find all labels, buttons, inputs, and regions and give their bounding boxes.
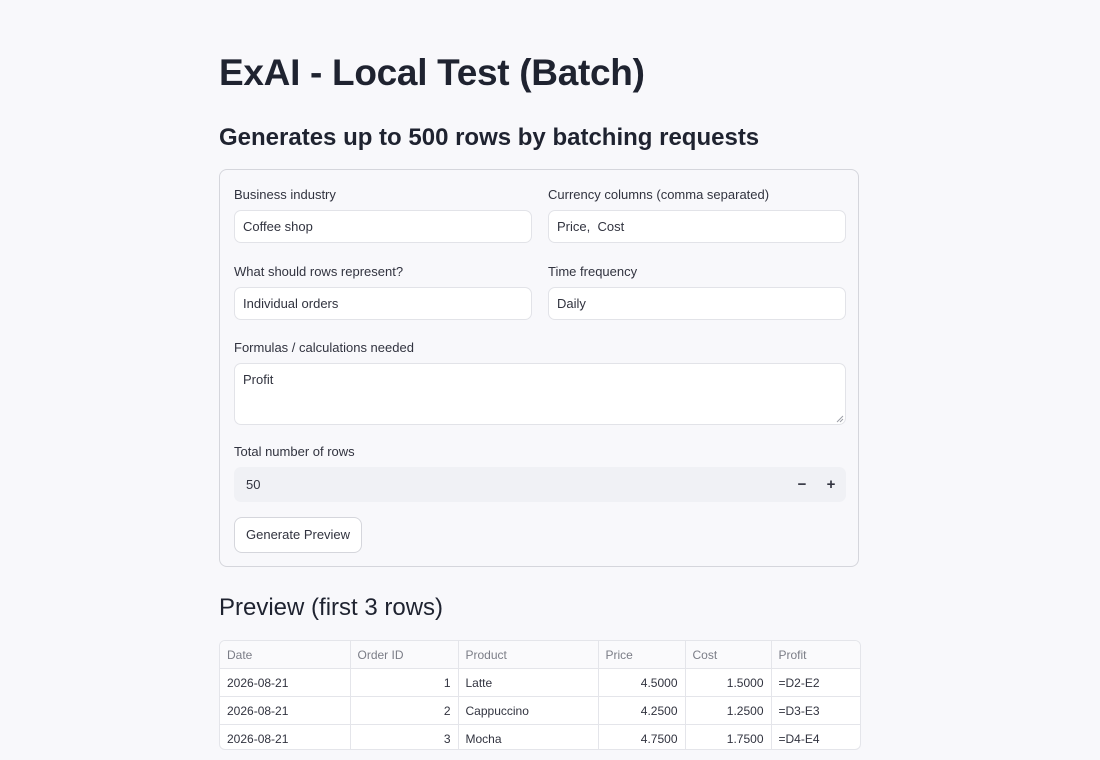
table-cell[interactable]: 4.7500 <box>598 724 686 749</box>
industry-input[interactable] <box>234 210 532 243</box>
rows-represent-input[interactable] <box>234 287 532 320</box>
column-header[interactable]: Profit <box>771 641 860 669</box>
column-header[interactable]: Product <box>458 641 599 669</box>
time-frequency-input[interactable] <box>548 287 846 320</box>
table-cell[interactable]: 3 <box>350 724 459 749</box>
total-rows-label: Total number of rows <box>234 444 355 459</box>
total-rows-value[interactable]: 50 <box>246 467 260 502</box>
industry-label: Business industry <box>234 187 336 202</box>
column-header[interactable]: Cost <box>685 641 772 669</box>
page-title: ExAI - Local Test (Batch) <box>219 52 645 93</box>
currency-label: Currency columns (comma separated) <box>548 187 770 202</box>
table-cell[interactable]: 2026-08-21 <box>220 724 351 749</box>
table-cell[interactable]: =D4-E4 <box>771 724 860 749</box>
column-header[interactable]: Price <box>598 641 686 669</box>
table-cell[interactable]: =D2-E2 <box>771 668 860 697</box>
formulas-textarea[interactable]: Profit <box>234 363 846 425</box>
table-cell[interactable]: 2026-08-21 <box>220 696 351 725</box>
preview-table-container: Date Order ID Product Price Cost Profit … <box>219 640 861 750</box>
table-cell[interactable]: =D3-E3 <box>771 696 860 725</box>
table-row: 2026-08-21 3 Mocha 4.7500 1.7500 =D4-E4 <box>220 724 860 749</box>
table-cell[interactable]: 1.2500 <box>685 696 772 725</box>
table-header-row: Date Order ID Product Price Cost Profit <box>220 641 860 669</box>
settings-form: Business industry Currency columns (comm… <box>219 169 859 567</box>
table-cell[interactable]: Mocha <box>458 724 599 749</box>
formulas-label: Formulas / calculations needed <box>234 340 414 355</box>
table-cell[interactable]: 1 <box>350 668 459 697</box>
table-row: 2026-08-21 1 Latte 4.5000 1.5000 =D2-E2 <box>220 668 860 697</box>
generate-preview-button[interactable]: Generate Preview <box>234 517 363 553</box>
resize-grip-icon[interactable] <box>836 415 844 423</box>
total-rows-stepper: 50 − + <box>234 467 846 502</box>
column-header[interactable]: Date <box>220 641 351 669</box>
increment-button[interactable]: + <box>817 467 845 502</box>
table-cell[interactable]: 4.5000 <box>598 668 686 697</box>
currency-input[interactable] <box>548 210 846 243</box>
time-frequency-label: Time frequency <box>548 264 638 279</box>
app-page: ExAI - Local Test (Batch) Generates up t… <box>0 0 1100 760</box>
table-cell[interactable]: 1.5000 <box>685 668 772 697</box>
preview-table: Date Order ID Product Price Cost Profit … <box>220 641 860 749</box>
table-cell[interactable]: Cappuccino <box>458 696 599 725</box>
column-header[interactable]: Order ID <box>350 641 459 669</box>
table-cell[interactable]: 2026-08-21 <box>220 668 351 697</box>
table-cell[interactable]: Latte <box>458 668 599 697</box>
table-cell[interactable]: 1.7500 <box>685 724 772 749</box>
rows-represent-label: What should rows represent? <box>234 264 404 279</box>
table-row: 2026-08-21 2 Cappuccino 4.2500 1.2500 =D… <box>220 696 860 725</box>
decrement-button[interactable]: − <box>788 467 816 502</box>
page-subtitle: Generates up to 500 rows by batching req… <box>219 124 760 151</box>
table-cell[interactable]: 2 <box>350 696 459 725</box>
table-cell[interactable]: 4.2500 <box>598 696 686 725</box>
preview-title: Preview (first 3 rows) <box>219 594 444 621</box>
